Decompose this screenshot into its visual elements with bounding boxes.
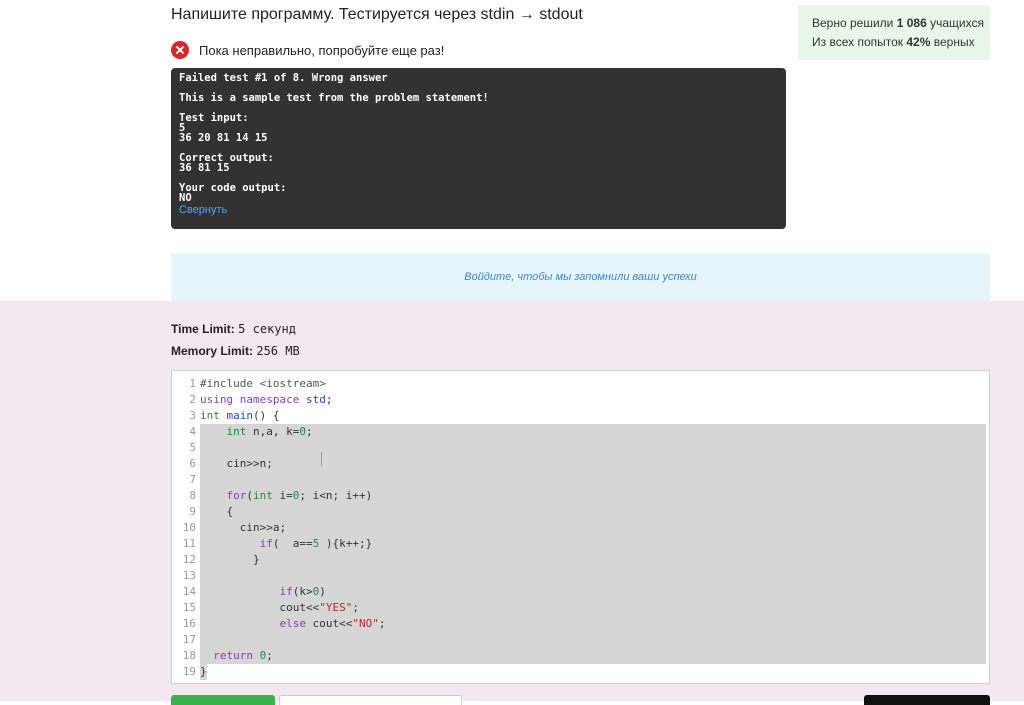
your-output-line: NO <box>179 192 192 204</box>
code-line: for(int i=0; i<n; i++) <box>226 489 373 502</box>
test-input-line: 36 20 81 14 15 <box>179 132 268 144</box>
percent-correct: 42% <box>906 35 931 49</box>
code-line: using namespace std; <box>200 393 333 406</box>
result-note: This is a sample test from the problem s… <box>179 92 489 104</box>
line-numbers: 1 2 3 4 5 6 7 8 9 10 11 12 13 14 15 16 17 18 19 <box>182 377 196 678</box>
memory-limit-value: 256 MB <box>256 344 300 358</box>
test-input-line: 5 <box>179 122 186 134</box>
result-header: Failed test #1 of 8. Wrong answer <box>179 72 388 84</box>
limits: Time Limit: 5 секунд Memory Limit: 256 M… <box>171 318 300 362</box>
code-line: else cout<<"NO"; <box>279 617 386 630</box>
memory-limit: Memory Limit: 256 MB <box>171 344 300 358</box>
problem-title: Напишите программу. Тестируется через st… <box>171 6 583 23</box>
code-line: cin>>n; <box>200 457 273 470</box>
top-section: Напишите программу. Тестируется через st… <box>0 0 1024 301</box>
next-step-button[interactable] <box>864 695 990 705</box>
login-banner[interactable]: Войдите, чтобы мы запомнили ваши успехи <box>171 253 990 301</box>
code-line: int main() { <box>200 409 280 422</box>
your-output-label: Your code output: <box>179 182 287 194</box>
correct-output-line: 36 81 15 <box>179 162 230 174</box>
code-line: #include <iostream> <box>200 377 326 390</box>
code-line: cin>>a; <box>200 521 287 534</box>
text-cursor-icon <box>321 452 322 466</box>
code-line: cout<<"YES"; <box>200 601 359 614</box>
code-editor[interactable]: 1 2 3 4 5 6 7 8 9 10 11 12 13 14 15 16 17 18 19 #include <… <box>171 370 990 684</box>
test-result-panel: Failed test #1 of 8. Wrong answer This i… <box>171 68 786 229</box>
stats-solved: Верно решили 1 086 учащихся <box>812 16 984 30</box>
code-line: { <box>200 505 234 518</box>
status-text: Пока неправильно, попробуйте еще раз! <box>199 42 445 58</box>
submit-button[interactable] <box>171 695 275 705</box>
code-line: } <box>200 665 207 678</box>
time-limit-value: 5 секунд <box>238 322 296 336</box>
code-line: return 0; <box>213 649 273 662</box>
stats-percent: Из всех попыток 42% верных <box>812 35 975 49</box>
collapse-link[interactable]: Свернуть <box>179 205 778 216</box>
correct-output-label: Correct output: <box>179 152 274 164</box>
time-limit: Time Limit: 5 секунд <box>171 322 296 336</box>
test-input-label: Test input: <box>179 112 249 124</box>
code-line: int n,a, k=0; <box>226 425 313 438</box>
solved-count: 1 086 <box>896 16 927 30</box>
code-line: if(k>0) <box>279 585 326 598</box>
login-banner-text[interactable]: Войдите, чтобы мы запомнили ваши успехи <box>464 271 697 283</box>
stats-box: Верно решили 1 086 учащихся Из всех попы… <box>798 5 990 60</box>
error-icon <box>171 41 189 59</box>
code-line: } <box>200 553 260 566</box>
run-code-button[interactable] <box>279 695 462 705</box>
code-line: if( a==5 ){k++;} <box>259 537 373 550</box>
submission-status: Пока неправильно, попробуйте еще раз! <box>171 40 444 60</box>
code-content[interactable]: #include <iostream> using namespace std;… <box>200 376 385 680</box>
